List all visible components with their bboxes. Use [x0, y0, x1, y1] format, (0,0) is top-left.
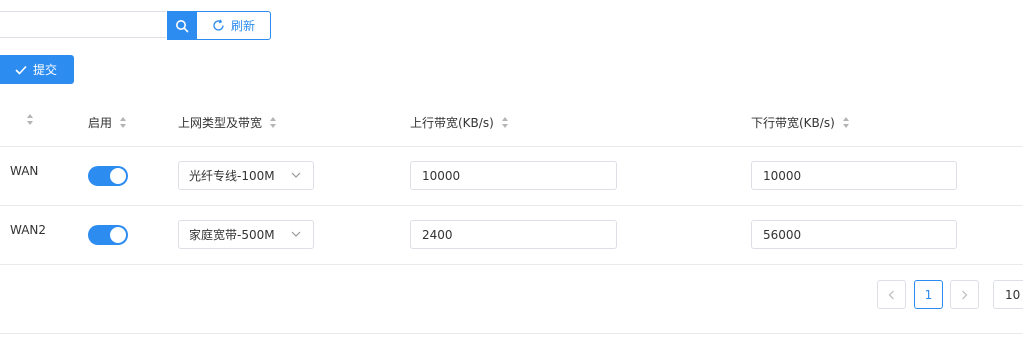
page-number: 1	[924, 287, 933, 302]
page-size-select[interactable]: 10	[993, 280, 1023, 309]
upload-value: 10000	[422, 168, 461, 183]
next-page-button[interactable]	[950, 280, 979, 309]
chevron-down-icon	[291, 172, 301, 178]
header-enable-label: 启用	[88, 116, 113, 130]
download-value: 56000	[763, 227, 802, 242]
enable-toggle[interactable]	[88, 166, 128, 186]
refresh-button[interactable]: 刷新	[196, 11, 271, 40]
line-type-select[interactable]: 光纤专线-100M	[178, 161, 314, 190]
download-bandwidth-input[interactable]: 56000	[751, 220, 957, 249]
sort-icon[interactable]	[842, 117, 849, 128]
chevron-right-icon	[962, 290, 968, 299]
prev-page-button[interactable]	[877, 280, 906, 309]
search-input[interactable]	[0, 11, 166, 38]
upload-bandwidth-input[interactable]: 2400	[410, 220, 617, 249]
sort-icon[interactable]	[270, 117, 277, 128]
download-value: 10000	[763, 168, 802, 183]
refresh-label: 刷新	[230, 19, 255, 33]
row-name: WAN	[10, 164, 39, 178]
header-enable[interactable]: 启用	[88, 114, 127, 131]
header-col0[interactable]	[19, 114, 33, 125]
page-1-button[interactable]: 1	[914, 280, 943, 309]
chevron-left-icon	[888, 290, 894, 299]
header-divider	[0, 146, 1023, 147]
sort-icon[interactable]	[27, 114, 33, 125]
row-divider	[0, 205, 1023, 206]
line-type-value: 光纤专线-100M	[189, 169, 275, 183]
upload-value: 2400	[422, 227, 453, 242]
table-bottom-divider	[0, 264, 1023, 265]
header-upload[interactable]: 上行带宽(KB/s)	[410, 114, 508, 131]
header-upload-label: 上行带宽(KB/s)	[410, 116, 494, 130]
line-type-value: 家庭宽带-500M	[189, 228, 275, 242]
footer-divider	[0, 333, 1023, 334]
header-line-type-label: 上网类型及带宽	[178, 116, 263, 130]
download-bandwidth-input[interactable]: 10000	[751, 161, 957, 190]
check-icon	[15, 65, 27, 75]
refresh-icon	[213, 19, 224, 31]
submit-button[interactable]: 提交	[0, 55, 74, 84]
chevron-down-icon	[291, 231, 301, 237]
enable-toggle[interactable]	[88, 225, 128, 245]
row-name: WAN2	[10, 223, 47, 237]
line-type-select[interactable]: 家庭宽带-500M	[178, 220, 314, 249]
header-download-label: 下行带宽(KB/s)	[751, 116, 835, 130]
header-download[interactable]: 下行带宽(KB/s)	[751, 114, 849, 131]
sort-icon[interactable]	[120, 117, 127, 128]
header-line-type[interactable]: 上网类型及带宽	[178, 114, 277, 131]
upload-bandwidth-input[interactable]: 10000	[410, 161, 617, 190]
submit-label: 提交	[32, 63, 57, 77]
search-button[interactable]	[167, 11, 196, 40]
search-icon	[175, 19, 188, 32]
sort-icon[interactable]	[501, 117, 508, 128]
page-size-value: 10	[1005, 287, 1021, 302]
